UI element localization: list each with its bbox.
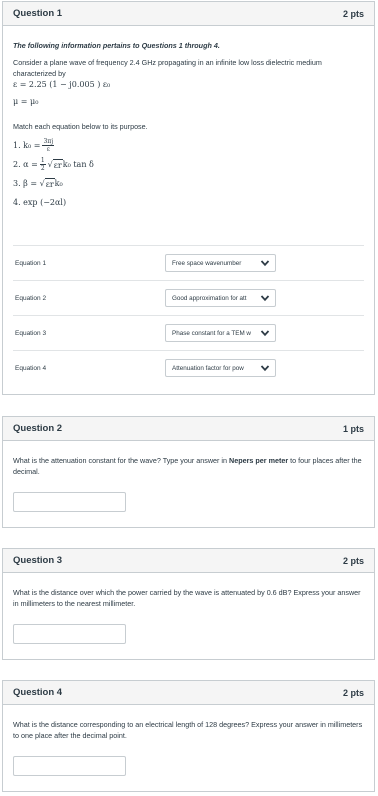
- question-1-body: The following information pertains to Qu…: [3, 26, 374, 220]
- answer-input[interactable]: [13, 756, 126, 776]
- match-select-1[interactable]: Free space wavenumber: [165, 254, 276, 272]
- select-value: Attenuation factor for pow: [172, 364, 244, 372]
- equation-2-prefix: 2. α =: [13, 160, 38, 169]
- fraction-numerator: 1: [39, 157, 46, 165]
- question-title: Question 4: [13, 687, 63, 698]
- equation-2-fraction: 1 2: [39, 157, 46, 172]
- question-text-bold: Nepers per meter: [229, 456, 289, 465]
- equation-4: 4. exp (−2αl): [13, 193, 364, 212]
- match-row-3: Equation 3 Phase constant for a TEM w: [13, 315, 364, 350]
- select-value: Free space wavenumber: [172, 259, 242, 267]
- match-label: Equation 2: [15, 294, 47, 302]
- equation-3-prefix: 3. β =: [13, 179, 38, 188]
- match-prompt: Match each equation below to its purpose…: [13, 122, 148, 131]
- equation-3: 3. β = √ εr k₀: [13, 174, 364, 193]
- select-value: Phase constant for a TEM w: [172, 329, 251, 337]
- question-1-header: Question 1 2 pts: [3, 2, 374, 26]
- mu-equation: μ = μ₀: [13, 97, 39, 106]
- question-2: Question 2 1 pts What is the attenuation…: [2, 416, 375, 528]
- equation-list: 1. k₀ = 3πj ε 2. α = 1 2 √ εr k₀ tan δ 3.…: [13, 136, 364, 212]
- equation-2: 2. α = 1 2 √ εr k₀ tan δ: [13, 155, 364, 174]
- fraction-numerator: 3πj: [42, 138, 55, 146]
- question-title: Question 2: [13, 423, 63, 434]
- equation-3-radicand: εr: [44, 177, 55, 189]
- question-description: Consider a plane wave of frequency 2.4 G…: [13, 58, 322, 78]
- question-title: Question 1: [13, 8, 63, 19]
- answer-input[interactable]: [13, 492, 126, 512]
- match-row-2: Equation 2 Good approximation for att: [13, 280, 364, 315]
- epsilon-equation: ε = 2.25 (1 − j0.005 ) ε₀: [13, 80, 111, 89]
- question-intro: The following information pertains to Qu…: [13, 41, 220, 50]
- question-3-header: Question 3 2 pts: [3, 549, 374, 573]
- question-4: Question 4 2 pts What is the distance co…: [2, 680, 375, 792]
- question-4-header: Question 4 2 pts: [3, 681, 374, 705]
- question-points: 2 pts: [342, 687, 364, 698]
- chevron-down-icon: [260, 295, 270, 302]
- match-select-3[interactable]: Phase constant for a TEM w: [165, 324, 276, 342]
- match-select-4[interactable]: Attenuation factor for pow: [165, 359, 276, 377]
- fraction-denominator: ε: [46, 146, 50, 153]
- question-points: 2 pts: [342, 8, 364, 19]
- question-2-header: Question 2 1 pts: [3, 417, 374, 441]
- chevron-down-icon: [260, 365, 270, 372]
- question-3: Question 3 2 pts What is the distance ov…: [2, 548, 375, 660]
- match-row-1: Equation 1 Free space wavenumber: [13, 245, 364, 280]
- question-2-body: What is the attenuation constant for the…: [3, 441, 374, 485]
- question-text: What is the attenuation constant for the…: [13, 455, 364, 477]
- select-value: Good approximation for att: [172, 294, 247, 302]
- equation-1-prefix: 1. k₀ =: [13, 141, 41, 150]
- question-text-start: What is the attenuation constant for the…: [13, 456, 230, 465]
- equation-2-radicand: εr: [52, 158, 63, 170]
- equation-4-text: 4. exp (−2αl): [13, 198, 67, 207]
- question-1: Question 1 2 pts The following informati…: [2, 1, 375, 395]
- question-4-body: What is the distance corresponding to an…: [3, 705, 374, 749]
- match-label: Equation 1: [15, 259, 47, 267]
- equation-1: 1. k₀ = 3πj ε: [13, 136, 364, 155]
- question-3-body: What is the distance over which the powe…: [3, 573, 374, 617]
- match-label: Equation 3: [15, 329, 47, 337]
- match-select-2[interactable]: Good approximation for att: [165, 289, 276, 307]
- answer-input[interactable]: [13, 624, 126, 644]
- question-title: Question 3: [13, 555, 63, 566]
- chevron-down-icon: [260, 330, 270, 337]
- question-text: What is the distance over which the powe…: [13, 588, 361, 608]
- match-label: Equation 4: [15, 364, 47, 372]
- equation-3-suffix: k₀: [54, 179, 63, 188]
- equation-1-fraction: 3πj ε: [42, 138, 55, 153]
- equation-2-suffix: k₀ tan δ: [62, 160, 94, 169]
- question-points: 1 pts: [342, 423, 364, 434]
- question-text: What is the distance corresponding to an…: [13, 720, 363, 740]
- fraction-denominator: 2: [40, 165, 45, 172]
- match-row-4: Equation 4 Attenuation factor for pow: [13, 350, 364, 385]
- question-points: 2 pts: [342, 555, 364, 566]
- chevron-down-icon: [260, 260, 270, 267]
